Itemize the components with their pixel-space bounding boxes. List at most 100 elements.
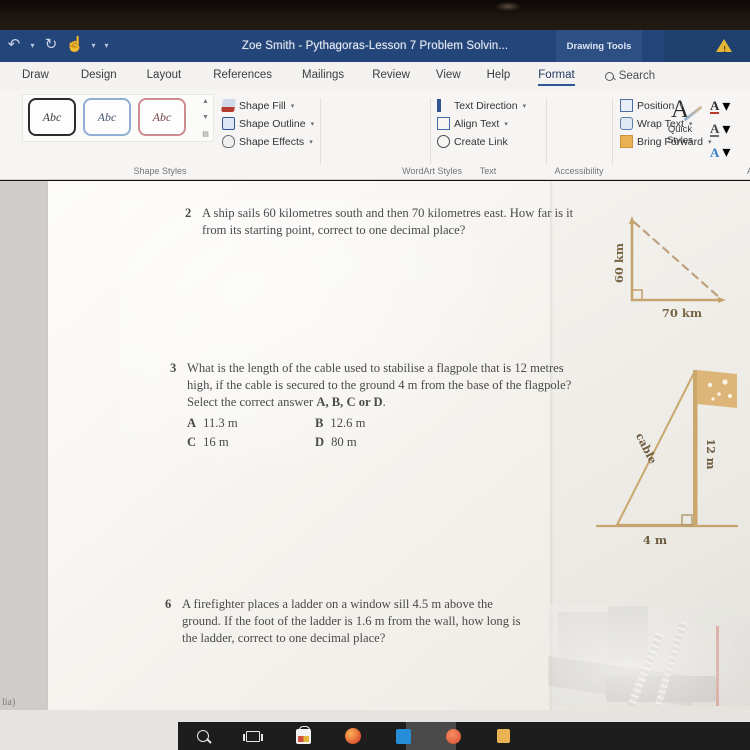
divider-4 [612,98,613,164]
store-bag-detail [297,735,309,742]
bring-forward-icon [620,135,633,148]
tab-view[interactable]: View [436,69,461,83]
taskbar-icon-row[interactable] [178,722,528,750]
triangle-horizontal-label: 70 km [662,306,702,320]
shape-style-blue[interactable]: Abc [83,98,131,136]
ribbon-search[interactable]: Search [604,70,655,82]
option-d[interactable]: D 80 m [315,434,357,451]
shape-effects-button[interactable]: Shape Effects ▾ [222,135,314,148]
text-direction-caret-icon[interactable]: ▾ [523,102,527,110]
shape-outline-icon [222,117,235,130]
option-a-letter: A [187,416,197,430]
option-c[interactable]: C 16 m [187,434,315,451]
tab-mailings[interactable]: Mailings [302,69,344,83]
taskbar-firefox-button[interactable] [328,722,378,750]
taskbar-store-button[interactable] [278,722,328,750]
ribbon-body: Abc Abc Abc ▲ ▼ ▤ Shape Fill ▾ Shape Out… [0,90,750,180]
shape-style-red[interactable]: Abc [138,98,186,136]
position-button[interactable]: Position ▾ [620,99,711,112]
tab-draw[interactable]: Draw [22,69,49,83]
option-d-letter: D [315,435,325,449]
shape-fill-button[interactable]: Shape Fill ▾ [221,99,314,112]
position-caret-icon[interactable]: ▾ [679,102,683,110]
group-text: Text Direction ▾ Align Text ▾ Create Lin… [432,90,544,180]
word-screenshot-photo: ↶ ▾ ↻ ☝ ▾ ▾ Zoe Smith - Pythagoras-Lesso… [0,0,750,750]
tab-format[interactable]: Format [538,69,576,86]
option-a[interactable]: A 11.3 m [187,415,315,432]
question-6: 6 A firefighter places a ladder on a win… [165,596,525,647]
shape-fill-icon [221,99,236,112]
text-direction-button[interactable]: Text Direction ▾ [437,99,526,112]
microsoft-store-icon [295,725,311,744]
group-label-arrange: Arra [746,166,750,176]
gallery-more-icon[interactable]: ▤ [202,130,209,138]
create-link-icon [437,135,450,148]
divider-2 [430,98,431,164]
bring-forward-caret-icon[interactable]: ▾ [708,138,712,146]
wrap-text-caret-icon[interactable]: ▾ [689,120,693,128]
pole-length-label: 12 m [704,439,717,470]
right-triangle-ship-diagram: 60 km 70 km [600,205,740,325]
tab-review[interactable]: Review [372,69,410,83]
group-label-shape-styles: Shape Styles [133,166,187,176]
align-text-button[interactable]: Align Text ▾ [437,117,526,130]
tab-help[interactable]: Help [487,69,511,83]
gallery-scroll-down-icon[interactable]: ▼ [202,114,209,121]
shape-effects-label: Shape Effects [239,135,305,148]
position-label: Position [637,99,675,112]
wrap-text-label: Wrap Text [637,117,684,130]
create-link-button[interactable]: Create Link [437,135,526,148]
align-text-icon [437,117,450,130]
footer-text-fragment: lia) [2,697,16,708]
shape-outline-caret-icon[interactable]: ▾ [311,120,315,128]
option-b-letter: B [315,416,324,430]
align-text-caret-icon[interactable]: ▾ [504,120,508,128]
shape-effects-caret-icon[interactable]: ▾ [309,138,313,146]
text-direction-icon [437,99,450,112]
windows-taskbar[interactable] [178,722,750,750]
option-b[interactable]: B 12.6 m [315,415,365,432]
option-row-1: A 11.3 m B 12.6 m [187,415,580,432]
group-accessibility: Alt Text Accessibility [548,90,610,180]
shape-fill-label: Shape Fill [239,99,286,112]
shape-fill-caret-icon[interactable]: ▾ [291,102,295,110]
group-shape-styles: Abc Abc Abc ▲ ▼ ▤ Shape Fill ▾ Shape Out… [0,90,320,180]
search-icon [197,730,209,742]
bring-forward-label: Bring Forward [637,135,703,148]
group-arrange: Position ▾ Wrap Text ▾ Bring Forward ▾ A [614,90,750,180]
question-3-number: 3 [170,361,177,375]
shape-gallery-scroll[interactable]: ▲ ▼ ▤ [199,98,212,138]
option-row-2: C 16 m D 80 m [187,434,580,451]
tab-references[interactable]: References [213,69,272,83]
arrange-commands[interactable]: Position ▾ Wrap Text ▾ Bring Forward ▾ [620,99,711,148]
option-b-value: 12.6 m [330,416,366,430]
question-3-text-end: . [382,395,386,409]
taskbar-search-button[interactable] [178,722,228,750]
taskbar-task-view-button[interactable] [228,722,278,750]
shape-style-black[interactable]: Abc [28,98,76,136]
text-commands[interactable]: Text Direction ▾ Align Text ▾ Create Lin… [437,99,526,148]
option-c-value: 16 m [203,435,229,449]
bring-forward-button[interactable]: Bring Forward ▾ [620,135,711,148]
shape-style-gallery[interactable]: Abc Abc Abc [28,98,186,136]
shape-outline-label: Shape Outline [239,117,306,130]
taskbar-yellow-app-button[interactable] [478,722,528,750]
shape-outline-button[interactable]: Shape Outline ▾ [222,117,314,130]
question-2: 2 A ship sails 60 kilometres south and t… [185,205,585,239]
taskbar-windows-app-button[interactable] [378,722,428,750]
question-2-number: 2 [185,206,192,220]
title-bar: ↶ ▾ ↻ ☝ ▾ ▾ Zoe Smith - Pythagoras-Lesso… [0,30,750,62]
gallery-scroll-up-icon[interactable]: ▲ [202,98,209,105]
wrap-text-button[interactable]: Wrap Text ▾ [620,117,711,130]
question-6-text: A firefighter places a ladder on a windo… [182,597,521,645]
create-link-label: Create Link [454,135,508,148]
taskbar-red-app-button[interactable] [428,722,478,750]
photo-haze-overlay [548,604,750,706]
screen-glare [495,2,521,11]
tab-layout[interactable]: Layout [147,69,182,83]
ribbon-tab-strip[interactable]: Draw Design Layout References Mailings R… [0,62,750,90]
tab-design[interactable]: Design [81,69,117,83]
firefighter-ladder-photo[interactable] [548,604,750,706]
shape-commands[interactable]: Shape Fill ▾ Shape Outline ▾ Shape Effec… [221,99,314,148]
option-a-value: 11.3 m [203,416,238,430]
